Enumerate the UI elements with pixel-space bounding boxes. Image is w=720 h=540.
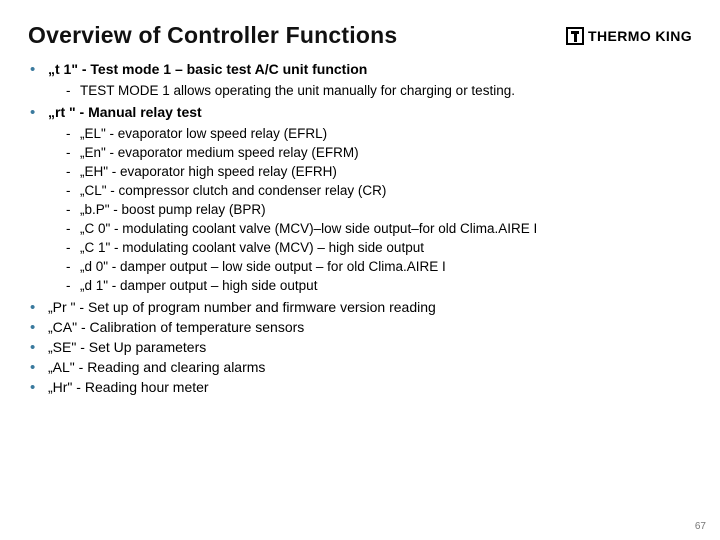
item-label: „AL" - Reading and clearing alarms [48, 359, 265, 375]
page-title: Overview of Controller Functions [28, 22, 397, 49]
sub-list: TEST MODE 1 allows operating the unit ma… [48, 81, 692, 100]
sub-item: „d 0" - damper output – low side output … [66, 257, 692, 276]
list-item: „t 1" - Test mode 1 – basic test A/C uni… [28, 61, 692, 100]
sub-item: „C 0" - modulating coolant valve (MCV)–l… [66, 219, 692, 238]
item-label: „rt " - Manual relay test [48, 104, 202, 120]
sub-item: „EH" - evaporator high speed relay (EFRH… [66, 162, 692, 181]
thermo-king-icon [566, 27, 584, 45]
header: Overview of Controller Functions THERMO … [28, 22, 692, 49]
sub-item: „CL" - compressor clutch and condenser r… [66, 181, 692, 200]
item-label: „Hr" - Reading hour meter [48, 379, 209, 395]
sub-item: „EL" - evaporator low speed relay (EFRL) [66, 124, 692, 143]
brand-logo: THERMO KING [566, 27, 692, 45]
list-item: „SE" - Set Up parameters [28, 339, 692, 357]
list-item: „CA" - Calibration of temperature sensor… [28, 319, 692, 337]
brand-name: THERMO KING [588, 28, 692, 44]
item-label: „t 1" - Test mode 1 – basic test A/C uni… [48, 61, 367, 77]
list-item: „Hr" - Reading hour meter [28, 379, 692, 397]
bullet-list: „t 1" - Test mode 1 – basic test A/C uni… [28, 61, 692, 397]
item-label: „SE" - Set Up parameters [48, 339, 206, 355]
sub-item: „d 1" - damper output – high side output [66, 276, 692, 295]
list-item: „rt " - Manual relay test „EL" - evapora… [28, 104, 692, 295]
item-label: „Pr " - Set up of program number and fir… [48, 299, 436, 315]
item-label: „CA" - Calibration of temperature sensor… [48, 319, 304, 335]
sub-item: TEST MODE 1 allows operating the unit ma… [66, 81, 692, 100]
list-item: „AL" - Reading and clearing alarms [28, 359, 692, 377]
sub-item: „b.P" - boost pump relay (BPR) [66, 200, 692, 219]
sub-item: „En" - evaporator medium speed relay (EF… [66, 143, 692, 162]
slide: Overview of Controller Functions THERMO … [0, 0, 720, 540]
list-item: „Pr " - Set up of program number and fir… [28, 299, 692, 317]
sub-list: „EL" - evaporator low speed relay (EFRL)… [48, 124, 692, 295]
sub-item: „C 1" - modulating coolant valve (MCV) –… [66, 238, 692, 257]
page-number: 67 [695, 521, 706, 532]
